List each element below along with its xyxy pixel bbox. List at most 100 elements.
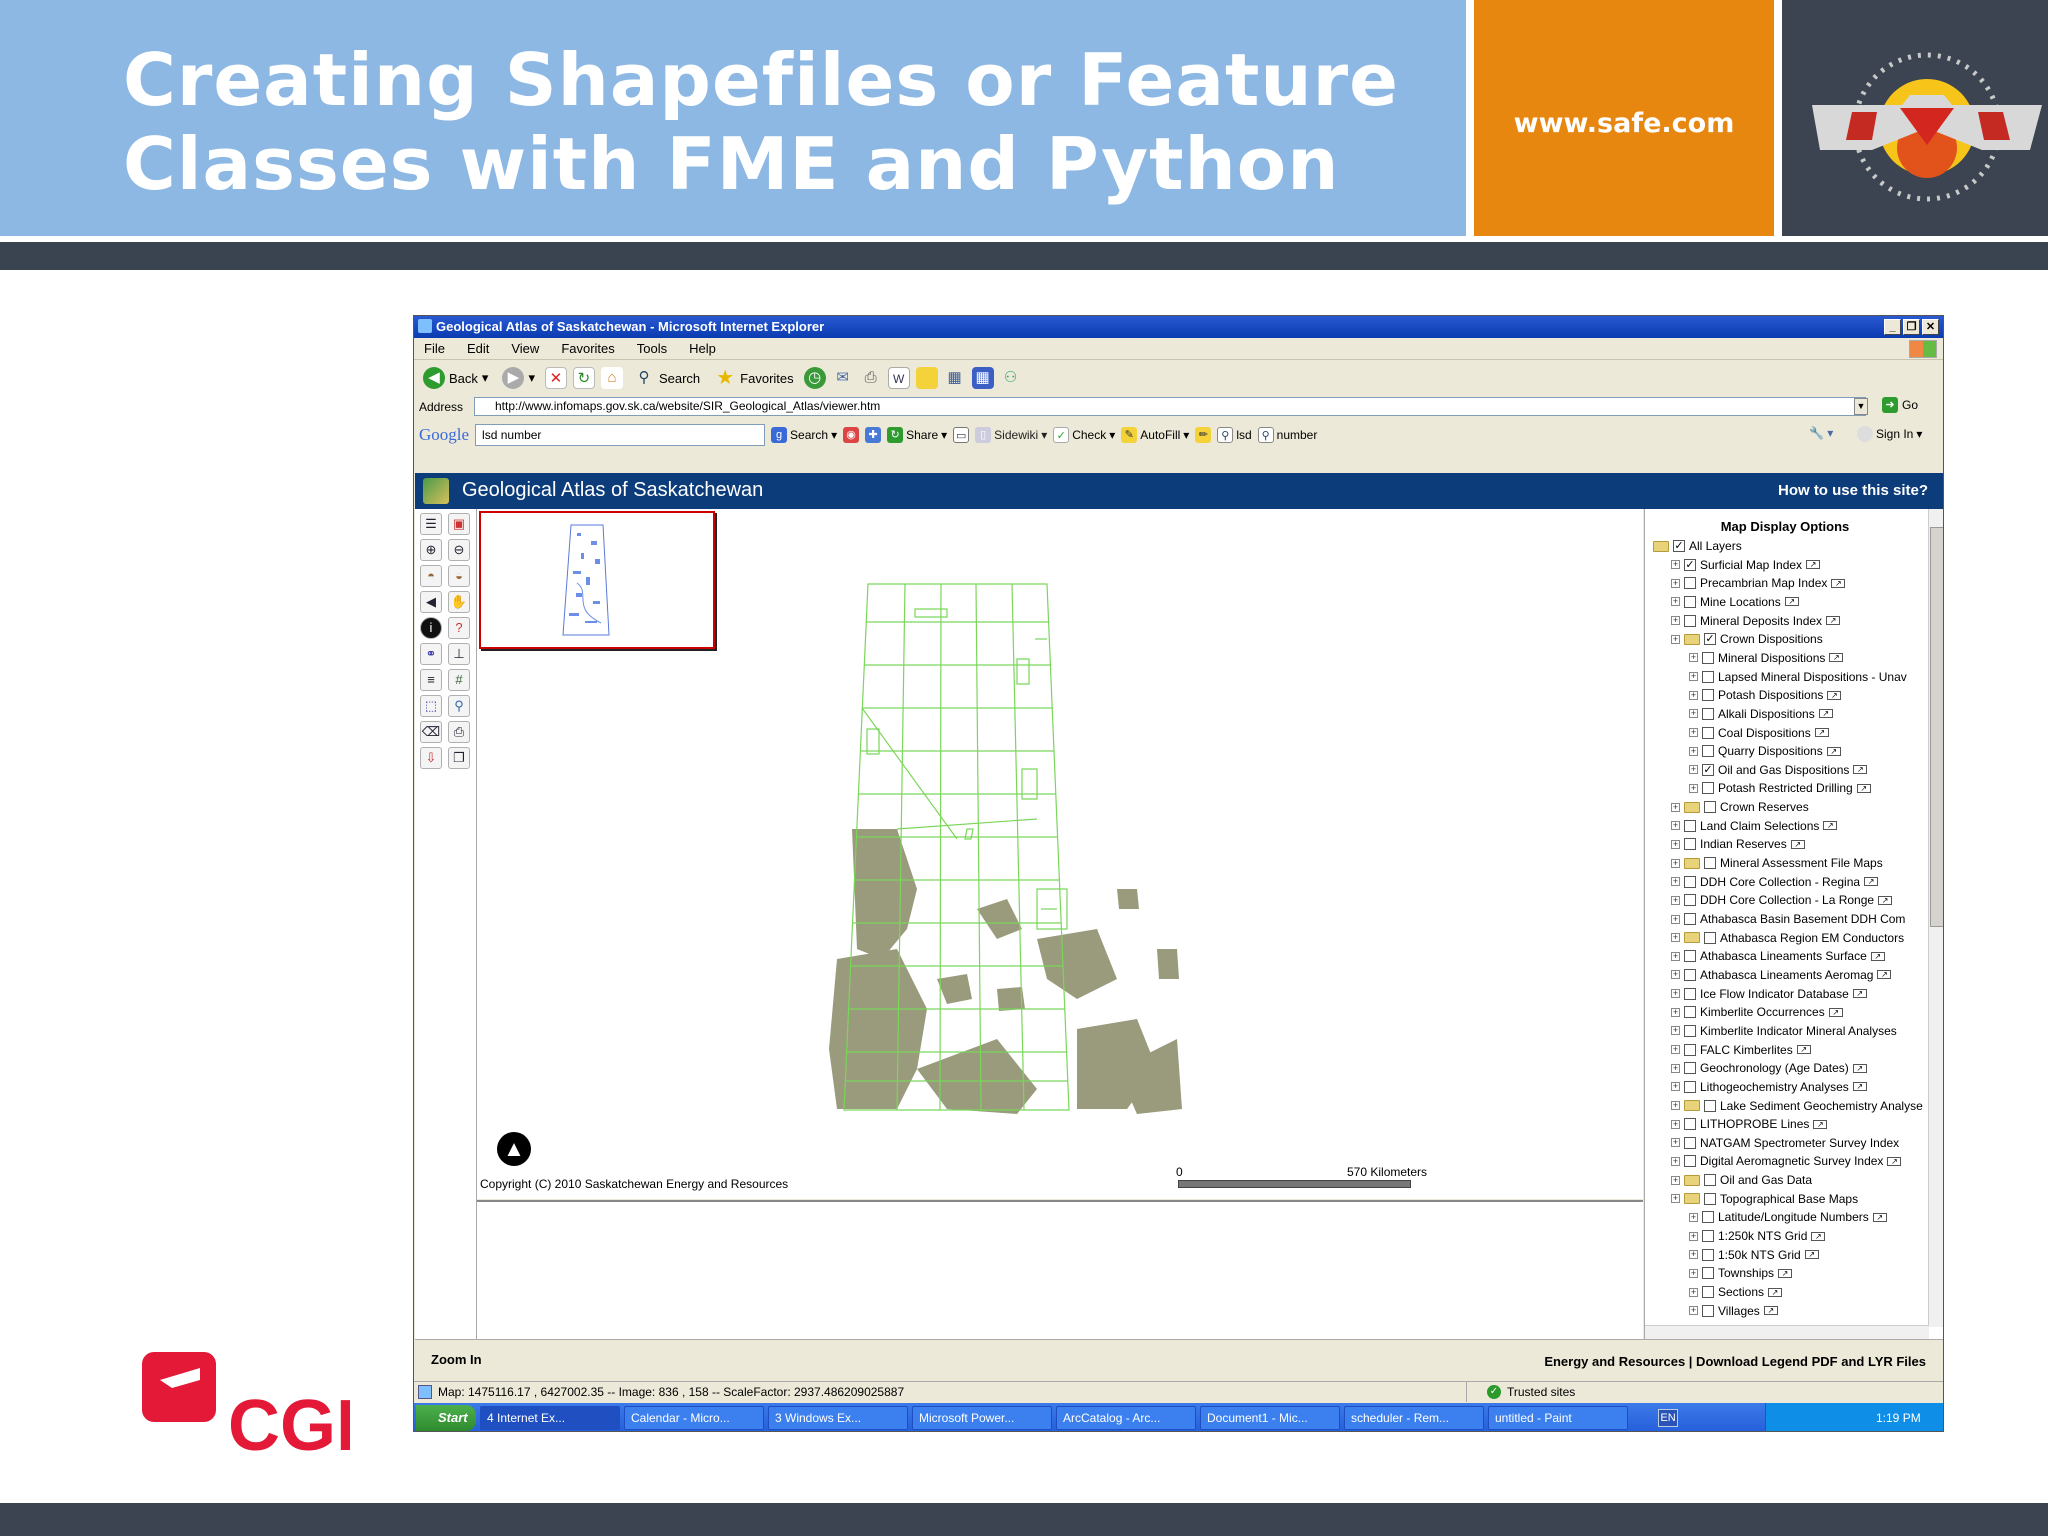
taskbar-item[interactable]: scheduler - Rem... [1344, 1406, 1484, 1430]
layer-checkbox[interactable] [1704, 801, 1716, 814]
layer-checkbox[interactable]: ✓ [1704, 633, 1716, 646]
legend-icon[interactable]: ↗ [1872, 1212, 1887, 1222]
layer-row[interactable]: + Geochronology (Age Dates) ↗ [1671, 1059, 1867, 1077]
taskbar-item[interactable]: Document1 - Mic... [1200, 1406, 1340, 1430]
layer-row[interactable]: + ✓ Oil and Gas Dispositions ↗ [1689, 761, 1868, 779]
layer-row[interactable]: + Mineral Deposits Index ↗ [1671, 612, 1841, 630]
forward-button[interactable]: ▶ ▾ [498, 365, 539, 391]
layer-row[interactable]: + ✓ Crown Dispositions [1671, 630, 1823, 648]
menu-favorites[interactable]: Favorites [561, 338, 614, 359]
layer-row[interactable]: + LITHOPROBE Lines ↗ [1671, 1115, 1828, 1133]
expand-icon[interactable]: + [1671, 914, 1680, 924]
layer-checkbox[interactable] [1702, 1248, 1714, 1261]
expand-icon[interactable]: + [1689, 1250, 1698, 1260]
expand-icon[interactable]: + [1671, 821, 1680, 831]
legend-icon[interactable]: ↗ [1864, 877, 1879, 887]
taskbar-item[interactable]: untitled - Paint [1488, 1406, 1628, 1430]
footer-links[interactable]: Energy and Resources | Download Legend P… [1544, 1354, 1926, 1369]
people-icon[interactable]: ⚇ [1000, 367, 1022, 389]
pan-hand-icon[interactable]: ✋ [448, 591, 470, 613]
expand-icon[interactable]: + [1671, 578, 1680, 588]
research-icon[interactable]: ▦ [944, 367, 966, 389]
expand-icon[interactable]: + [1671, 597, 1680, 607]
layer-row[interactable]: + NATGAM Spectrometer Survey Index [1671, 1134, 1899, 1152]
layer-checkbox[interactable] [1702, 670, 1714, 683]
download-icon[interactable]: ⇩ [420, 747, 442, 769]
query-icon[interactable]: ? [448, 617, 470, 639]
layer-checkbox[interactable] [1684, 894, 1696, 907]
favorites-button[interactable]: ★ Favorites [710, 365, 797, 391]
expand-icon[interactable]: + [1671, 1101, 1680, 1110]
expand-icon[interactable]: + [1689, 690, 1698, 700]
expand-icon[interactable]: + [1671, 1194, 1680, 1204]
map-canvas[interactable]: ▲ Copyright (C) 2010 Saskatchewan Energy… [477, 509, 1643, 1199]
expand-icon[interactable]: + [1671, 560, 1680, 570]
layer-row[interactable]: + FALC Kimberlites ↗ [1671, 1041, 1811, 1059]
back-button[interactable]: ◀ Back ▾ [419, 365, 492, 391]
layer-checkbox[interactable] [1704, 857, 1716, 870]
toggle-legend-icon[interactable]: ☰ [420, 513, 442, 535]
legend-icon[interactable]: ↗ [1829, 653, 1844, 663]
expand-icon[interactable]: + [1689, 709, 1698, 719]
layer-checkbox[interactable] [1702, 782, 1714, 795]
legend-icon[interactable]: ↗ [1852, 1082, 1867, 1092]
layer-row[interactable]: + Athabasca Lineaments Aeromag ↗ [1671, 966, 1892, 984]
layer-row[interactable]: + Coal Dispositions ↗ [1689, 724, 1829, 742]
layer-checkbox[interactable]: ✓ [1702, 763, 1714, 776]
taskbar-item[interactable]: Calendar - Micro... [624, 1406, 764, 1430]
expand-icon[interactable]: + [1671, 933, 1680, 943]
layer-checkbox[interactable] [1684, 1006, 1696, 1019]
legend-icon[interactable]: ↗ [1768, 1287, 1783, 1297]
layer-row[interactable]: + Digital Aeromagnetic Survey Index ↗ [1671, 1152, 1902, 1170]
expand-icon[interactable]: + [1671, 989, 1680, 999]
layer-row[interactable]: + Athabasca Basin Basement DDH Com [1671, 910, 1905, 928]
autofill-button[interactable]: ✎ AutoFill ▾ [1121, 427, 1189, 443]
highlighter-icon[interactable]: ✏ [1195, 427, 1212, 443]
layer-row[interactable]: + Ice Flow Indicator Database ↗ [1671, 985, 1867, 1003]
menu-tools[interactable]: Tools [637, 338, 667, 359]
layer-checkbox[interactable] [1702, 707, 1714, 720]
legend-icon[interactable]: ↗ [1790, 839, 1805, 849]
expand-icon[interactable]: + [1689, 728, 1698, 737]
legend-icon[interactable]: ↗ [1828, 1007, 1843, 1017]
expand-icon[interactable]: + [1671, 1119, 1680, 1129]
restore-button[interactable]: ❐ [1903, 319, 1920, 335]
expand-icon[interactable]: + [1689, 653, 1698, 663]
expand-icon[interactable]: + [1671, 1138, 1680, 1148]
layer-row[interactable]: + Mine Locations ↗ [1671, 593, 1799, 611]
layer-checkbox[interactable] [1684, 838, 1696, 851]
layer-row[interactable]: + Mineral Dispositions ↗ [1689, 649, 1844, 667]
expand-icon[interactable]: + [1671, 1082, 1680, 1092]
layer-checkbox[interactable] [1702, 1304, 1714, 1317]
go-button[interactable]: ➜ Go [1882, 397, 1918, 413]
layer-checkbox[interactable] [1684, 1043, 1696, 1056]
legend-icon[interactable]: ↗ [1852, 989, 1867, 999]
layer-checkbox[interactable] [1704, 931, 1716, 944]
legend-icon[interactable]: ↗ [1813, 1119, 1828, 1129]
layer-checkbox[interactable] [1684, 577, 1696, 590]
layer-row[interactable]: + Topographical Base Maps [1671, 1190, 1858, 1208]
expand-icon[interactable]: + [1671, 895, 1680, 905]
layer-row[interactable]: + Villages ↗ [1689, 1302, 1778, 1320]
full-extent-icon[interactable]: ◓ [420, 565, 442, 587]
expand-icon[interactable]: + [1671, 616, 1680, 626]
legend-icon[interactable]: ↗ [1826, 616, 1841, 626]
expand-icon[interactable]: + [1689, 1306, 1698, 1316]
expand-icon[interactable]: + [1671, 839, 1680, 849]
zoom-out-icon[interactable]: ⊖ [448, 539, 470, 561]
layer-checkbox[interactable] [1702, 745, 1714, 758]
expand-icon[interactable]: + [1671, 1156, 1680, 1166]
legend-icon[interactable]: ↗ [1852, 1063, 1867, 1073]
layer-list-icon[interactable]: ≡ [420, 669, 442, 691]
layer-checkbox[interactable] [1684, 1062, 1696, 1075]
refresh-icon[interactable]: ↻ [572, 367, 595, 389]
legend-icon[interactable]: ↗ [1887, 1156, 1902, 1166]
expand-icon[interactable]: + [1689, 1212, 1698, 1222]
expand-icon[interactable]: + [1671, 1063, 1680, 1073]
google-plus-icon[interactable]: ✚ [865, 427, 882, 443]
google-news-icon[interactable]: ◉ [843, 427, 860, 443]
expand-icon[interactable]: + [1671, 1045, 1680, 1055]
layer-checkbox[interactable] [1684, 950, 1696, 963]
legend-icon[interactable]: ↗ [1806, 560, 1821, 570]
layer-row[interactable]: + DDH Core Collection - La Ronge ↗ [1671, 891, 1893, 909]
